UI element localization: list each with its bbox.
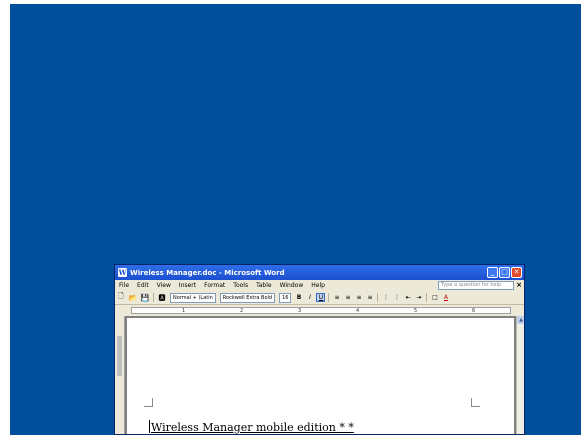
ruler-number: 3 xyxy=(298,308,302,314)
font-select[interactable]: Rockwell Extra Bold xyxy=(219,292,276,303)
close-icon[interactable]: ✕ xyxy=(511,267,522,278)
increase-indent-icon[interactable]: ⇥ xyxy=(414,293,423,302)
minimize-icon[interactable]: _ xyxy=(487,267,498,278)
vertical-scrollbar[interactable]: ▲ xyxy=(516,316,524,434)
menu-format[interactable]: Format xyxy=(200,282,229,289)
styles-icon[interactable]: 🅰 xyxy=(157,293,167,303)
menu-window[interactable]: Window xyxy=(276,282,308,289)
ruler-number: 6 xyxy=(472,308,476,314)
help-question-input[interactable]: Type a question for help xyxy=(438,280,514,290)
menu-table[interactable]: Table xyxy=(252,282,276,289)
italic-button[interactable]: I xyxy=(305,293,314,302)
text-cursor xyxy=(149,420,150,433)
toolbar-separator xyxy=(328,293,330,302)
toolbar-separator xyxy=(426,293,428,302)
decrease-indent-icon[interactable]: ⇤ xyxy=(403,293,412,302)
margin-corner-mark xyxy=(471,398,480,407)
menu-edit[interactable]: Edit xyxy=(133,282,153,289)
bullets-icon[interactable]: ⋮ xyxy=(392,293,401,302)
style-select[interactable]: Normal + (Latin xyxy=(170,292,216,303)
bold-button[interactable]: B xyxy=(294,293,303,302)
toolbar-separator xyxy=(153,293,154,302)
maximize-icon[interactable]: □ xyxy=(499,267,510,278)
ruler-number: 5 xyxy=(414,308,418,314)
align-left-icon[interactable]: ≡ xyxy=(332,293,341,302)
word-window[interactable]: W Wireless Manager.doc - Microsoft Word … xyxy=(114,264,525,435)
border-icon[interactable]: □ xyxy=(430,293,439,302)
menu-view[interactable]: View xyxy=(153,282,175,289)
vertical-ruler[interactable] xyxy=(115,316,125,434)
justify-icon[interactable]: ≡ xyxy=(365,293,374,302)
font-size-select[interactable]: 16 xyxy=(279,292,292,303)
ruler-number: 1 xyxy=(182,308,186,314)
new-document-icon[interactable]: 🗋 xyxy=(116,292,126,303)
document-page[interactable]: Wireless Manager mobile edition * * xyxy=(127,318,514,434)
ruler-number: 2 xyxy=(240,308,244,314)
align-center-icon[interactable]: ≡ xyxy=(343,293,352,302)
ruler-number: 4 xyxy=(356,308,360,314)
formatting-toolbar: 🗋 📂 💾 🅰 Normal + (Latin Rockwell Extra B… xyxy=(115,291,524,305)
document-text[interactable]: Wireless Manager mobile edition * * xyxy=(151,421,354,434)
menu-tools[interactable]: Tools xyxy=(229,282,252,289)
toolbar-separator xyxy=(377,293,379,302)
numbering-icon[interactable]: ⋮ xyxy=(381,293,390,302)
menu-bar: File Edit View Insert Format Tools Table… xyxy=(115,280,524,290)
save-icon[interactable]: 💾 xyxy=(140,293,150,303)
menu-help[interactable]: Help xyxy=(307,282,329,289)
scroll-up-icon[interactable]: ▲ xyxy=(517,316,524,324)
window-controls: _ □ ✕ xyxy=(487,267,522,278)
document-close-icon[interactable]: × xyxy=(514,281,524,289)
vertical-ruler-strip xyxy=(117,336,122,376)
title-bar[interactable]: W Wireless Manager.doc - Microsoft Word … xyxy=(115,265,524,280)
align-right-icon[interactable]: ≡ xyxy=(354,293,363,302)
ruler-strip: 1 2 3 4 5 6 xyxy=(131,307,511,314)
menu-insert[interactable]: Insert xyxy=(175,282,200,289)
font-color-icon[interactable]: A xyxy=(441,293,450,302)
underline-button[interactable]: U xyxy=(316,293,326,302)
menu-file[interactable]: File xyxy=(115,282,133,289)
desktop-background: W Wireless Manager.doc - Microsoft Word … xyxy=(10,4,581,435)
word-app-icon: W xyxy=(118,268,127,277)
margin-corner-mark xyxy=(144,398,153,407)
horizontal-ruler[interactable]: 1 2 3 4 5 6 xyxy=(115,305,524,315)
open-icon[interactable]: 📂 xyxy=(128,293,138,303)
window-title: Wireless Manager.doc - Microsoft Word xyxy=(130,268,285,277)
